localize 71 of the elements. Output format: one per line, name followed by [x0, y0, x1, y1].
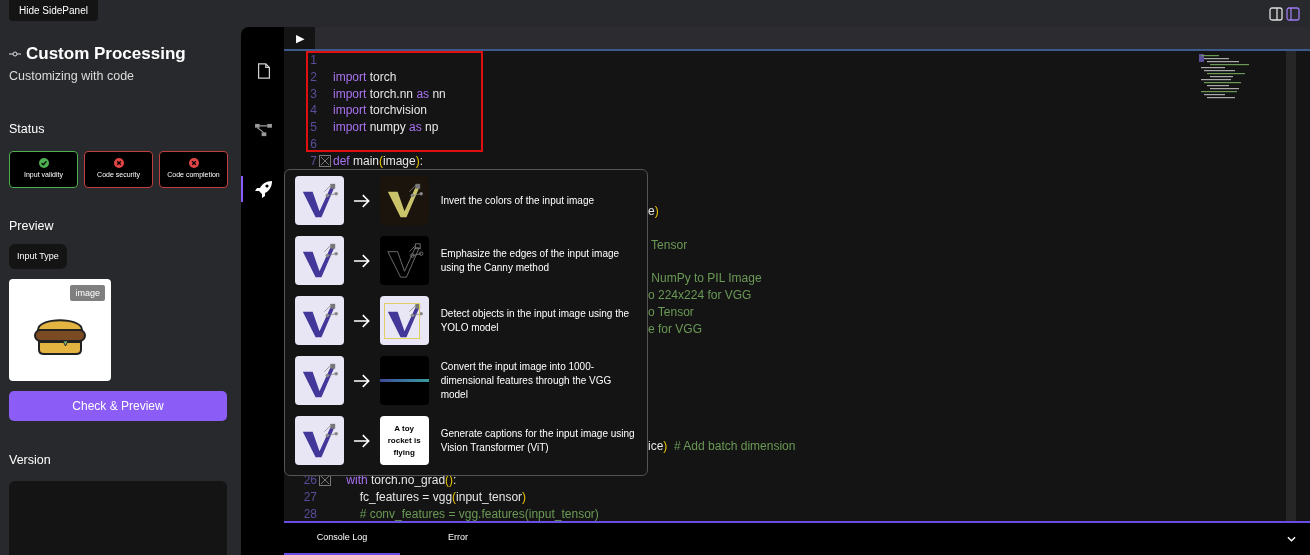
example-description: Detect objects in the input image using the YOLO model: [440, 306, 631, 335]
logo-image: [295, 176, 344, 225]
image-tag: image: [70, 285, 105, 302]
hide-sidepanel-button[interactable]: Hide SidePanel: [9, 0, 98, 21]
error-circle-icon: [113, 157, 124, 168]
code-line: e for VGG: [648, 320, 703, 338]
feature-vector-image: [379, 356, 429, 405]
code-line: o Tensor: [648, 303, 694, 321]
example-description: Emphasize the edges of the input image using the Canny method: [440, 246, 621, 275]
code-line: o 224x224 for VGG: [648, 287, 752, 304]
rocket-icon[interactable]: [253, 179, 274, 199]
arrow-right-icon: [352, 252, 372, 269]
code-line: NumPy to PIL Image: [650, 270, 762, 288]
commit-node-icon: [9, 51, 21, 57]
check-circle-icon: [38, 157, 49, 168]
code-line: e): [648, 203, 659, 220]
line-number: 5: [309, 119, 317, 136]
example-item[interactable]: A toy rocket is flying Generate captions for the input image using Vision Transformer (ViT): [295, 416, 637, 465]
detection-result-image: [379, 296, 429, 345]
code-line: Tensor: [650, 236, 688, 254]
example-item[interactable]: Detect objects in the input image using the YOLO model: [295, 296, 637, 345]
logo-image: [295, 356, 344, 405]
code-line: import torch.nn as nn: [333, 85, 446, 103]
split-layout-icon[interactable]: [1269, 6, 1283, 21]
logo-image: [295, 416, 344, 465]
arrow-right-icon: [352, 192, 372, 209]
arrow-right-icon: [352, 312, 372, 329]
line-number: 3: [309, 85, 317, 103]
inverted-logo-image: [379, 176, 429, 225]
fold-icon[interactable]: [319, 155, 331, 168]
code-line: fc_features = vgg(input_tensor): [358, 488, 527, 506]
logo-image: [295, 236, 344, 285]
code-line: import torchvision: [333, 102, 428, 120]
node-graph-icon[interactable]: [254, 122, 273, 138]
line-number: 2: [309, 68, 317, 86]
logo-image: [295, 296, 344, 345]
panel-title: Custom Processing: [26, 43, 186, 65]
version-heading: Version: [9, 452, 52, 470]
code-line: import torch: [333, 68, 397, 86]
line-number: 6: [309, 136, 317, 153]
code-line: def main(image):: [333, 152, 424, 170]
example-item[interactable]: Emphasize the edges of the input image using the Canny method: [295, 236, 637, 285]
error-circle-icon: [188, 157, 199, 168]
status-heading: Status: [9, 120, 46, 138]
chevron-down-icon[interactable]: [1287, 536, 1296, 542]
fold-icon[interactable]: [319, 474, 331, 487]
line-number: 4: [309, 102, 317, 120]
arrow-right-icon: [352, 372, 372, 389]
line-number: 28: [302, 505, 317, 521]
example-description: Generate captions for the input image using Vision Transformer (ViT): [440, 426, 636, 455]
example-item[interactable]: Invert the colors of the input image: [295, 176, 637, 225]
code-line: import numpy as np: [333, 119, 439, 136]
code-line: ice) # Add batch dimension: [648, 438, 796, 456]
console-tab[interactable]: Console Log: [284, 523, 400, 555]
run-tab[interactable]: ▶: [284, 27, 315, 49]
caption-text: A toy rocket is flying: [386, 422, 422, 459]
line-number: 27: [302, 488, 317, 506]
check-preview-button[interactable]: Check & Preview: [9, 391, 227, 422]
example-description: Convert the input image into 1000-dimensional features through the VGG model: [440, 359, 613, 402]
line-number: 1: [309, 52, 317, 69]
input-type-chip: Input Type: [9, 244, 67, 270]
example-description: Invert the colors of the input image: [440, 193, 596, 208]
line-number: 7: [309, 152, 317, 170]
preview-heading: Preview: [9, 217, 55, 235]
panel-subtitle: Customizing with code: [9, 68, 136, 85]
sidebar-layout-icon[interactable]: [1286, 6, 1300, 21]
example-item[interactable]: Convert the input image into 1000-dimensional features through the VGG model: [295, 356, 637, 405]
console-tab[interactable]: Error: [400, 523, 516, 555]
code-line: # conv_features = vgg.features(input_tensor): [358, 505, 599, 521]
arrow-right-icon: [352, 432, 372, 449]
edge-map-image: [379, 236, 429, 285]
